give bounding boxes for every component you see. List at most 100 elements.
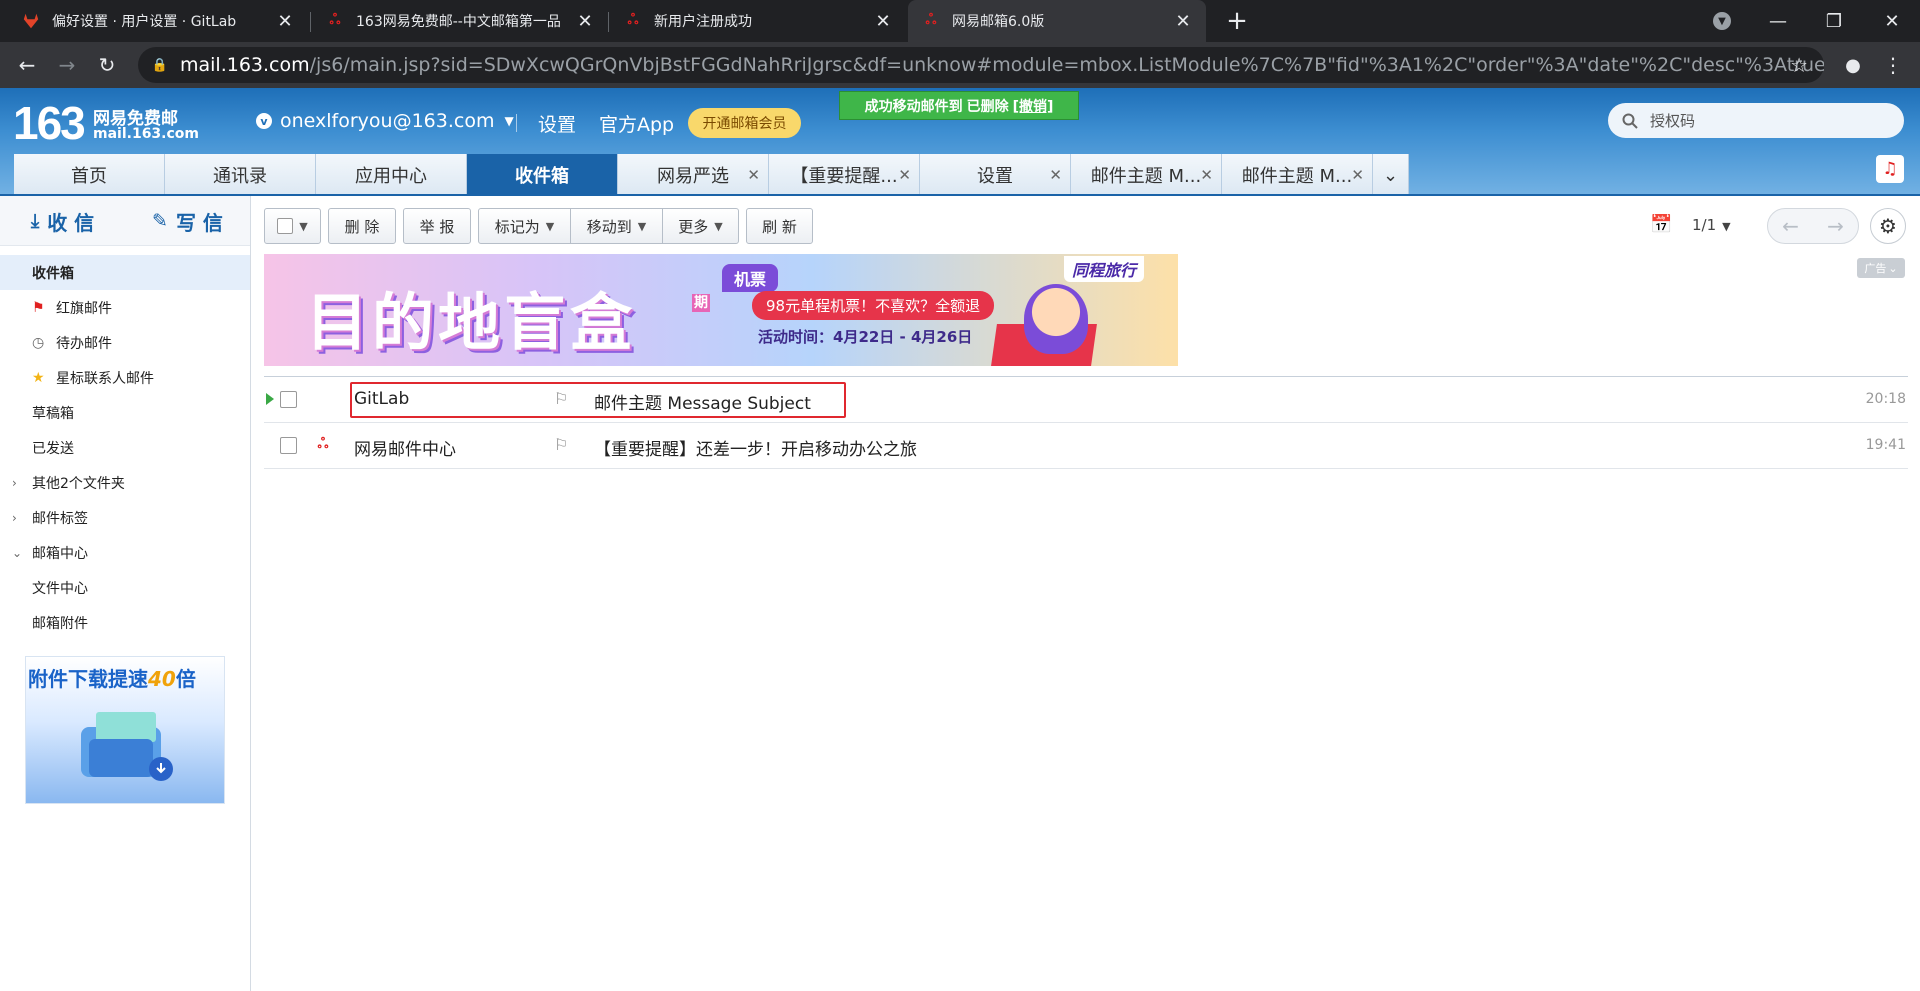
close-icon[interactable]: ✕ <box>898 166 911 184</box>
browser-tab-163-home[interactable]: ஃ 163网易免费邮--中文邮箱第一品 ✕ <box>312 0 608 42</box>
compose-button[interactable]: ✎ 写 信 <box>125 196 250 246</box>
sidebar-item-labels[interactable]: › 邮件标签 <box>0 500 250 535</box>
next-page-icon[interactable]: → <box>1813 209 1858 243</box>
vip-button[interactable]: 开通邮箱会员 <box>688 108 801 138</box>
move-to-button[interactable]: 移动到 ▼ <box>570 208 663 244</box>
url-path: /js6/main.jsp?sid=SDwXcwQGrQnVbjBstFGGdN… <box>309 54 1824 76</box>
browser-tab-register[interactable]: ஃ 新用户注册成功 ✕ <box>610 0 906 42</box>
chevron-down-icon: ▼ <box>299 219 308 233</box>
tab-inbox[interactable]: 收件箱 <box>467 154 618 196</box>
new-tab-icon[interactable]: + <box>1222 6 1252 36</box>
reload-icon[interactable]: ↻ <box>92 50 122 80</box>
tab-label: 邮件主题 M... <box>1090 166 1202 187</box>
page-indicator[interactable]: 1/1 ▼ <box>1692 216 1731 234</box>
sidebar-ad[interactable]: 附件下载提速40倍 <box>25 656 225 804</box>
star-icon: ★ <box>32 369 45 386</box>
tab-home[interactable]: 首页 <box>14 154 165 196</box>
close-icon[interactable]: ✕ <box>874 11 892 32</box>
tab-search-icon[interactable]: ▼ <box>1694 0 1750 42</box>
banner-title: 目的地盲盒 <box>306 286 637 359</box>
sidebar-item-starred[interactable]: ★ 星标联系人邮件 <box>0 360 250 395</box>
tab-message-subject-2[interactable]: 邮件主题 M... ✕ <box>1222 154 1373 196</box>
restore-icon[interactable]: ❐ <box>1806 0 1862 42</box>
close-icon[interactable]: ✕ <box>1351 166 1364 184</box>
clock-icon: ◷ <box>32 334 45 351</box>
tab-message-subject-1[interactable]: 邮件主题 M... ✕ <box>1071 154 1222 196</box>
prev-page-icon[interactable]: ← <box>1768 209 1813 243</box>
folder-label: 其他2个文件夹 <box>32 475 125 492</box>
message-time: 19:41 <box>1865 437 1906 453</box>
close-icon[interactable]: ✕ <box>576 11 594 32</box>
toast-text: 成功移动邮件到 <box>864 98 963 115</box>
sidebar-item-todo[interactable]: ◷ 待办邮件 <box>0 325 250 360</box>
chevron-down-icon: ⌄ <box>1888 261 1898 275</box>
ad-banner[interactable]: 目的地盲盒 期 机票 98元单程机票！不喜欢？全额退 活动时间：4月22日 - … <box>264 254 1178 366</box>
mascot-illustration <box>1024 284 1088 354</box>
settings-link[interactable]: 设置 <box>538 110 576 137</box>
tab-label: 首页 <box>71 166 107 187</box>
refresh-button[interactable]: 刷 新 <box>746 208 813 244</box>
browser-tab-gitlab[interactable]: 偏好设置 · 用户设置 · GitLab ✕ <box>8 0 308 42</box>
sidebar-item-attachments[interactable]: 邮箱附件 <box>0 605 250 640</box>
search-box[interactable]: 授权码 <box>1608 103 1904 138</box>
message-row[interactable]: GitLab ⚐ 邮件主题 Message Subject 20:18 <box>264 377 1908 423</box>
sidebar-actions: ⤓ 收 信 ✎ 写 信 <box>0 196 250 246</box>
row-checkbox[interactable] <box>280 391 297 408</box>
close-window-icon[interactable]: ✕ <box>1864 0 1920 42</box>
netease-icon: ஃ <box>329 12 341 28</box>
close-icon[interactable]: ✕ <box>1049 166 1062 184</box>
close-icon[interactable]: ✕ <box>276 11 294 32</box>
tab-label: 网易严选 <box>657 166 729 187</box>
undo-link[interactable]: [撤销] <box>1013 96 1054 116</box>
minimize-icon[interactable]: — <box>1750 0 1806 42</box>
ad-text: 附件下载提速 <box>28 667 148 691</box>
toast-folder: 已删除 <box>966 98 1009 115</box>
ad-label[interactable]: 广告 ⌄ <box>1857 258 1905 278</box>
tab-settings[interactable]: 设置 ✕ <box>920 154 1071 196</box>
sidebar-item-red-flag[interactable]: ⚑ 红旗邮件 <box>0 290 250 325</box>
folder-label: 草稿箱 <box>32 405 74 422</box>
row-checkbox[interactable] <box>280 437 297 454</box>
gear-icon[interactable]: ⚙ <box>1870 208 1906 244</box>
back-icon[interactable]: ← <box>12 50 42 80</box>
mark-as-button[interactable]: 标记为 ▼ <box>478 208 571 244</box>
official-app-link[interactable]: 官方App <box>599 110 674 137</box>
profile-icon[interactable]: ● <box>1838 50 1868 80</box>
receive-button[interactable]: ⤓ 收 信 <box>0 196 125 246</box>
folder-label: 收件箱 <box>32 265 74 282</box>
sidebar-item-file-center[interactable]: 文件中心 <box>0 570 250 605</box>
sidebar-item-other-folders[interactable]: › 其他2个文件夹 <box>0 465 250 500</box>
address-bar[interactable]: 🔒 mail.163.com /js6/main.jsp?sid=SDwXcwQ… <box>138 47 1824 83</box>
menu-icon[interactable]: ⋮ <box>1878 50 1908 80</box>
tab-contacts[interactable]: 通讯录 <box>165 154 316 196</box>
close-icon[interactable]: ✕ <box>747 166 760 184</box>
sidebar-item-drafts[interactable]: 草稿箱 <box>0 395 250 430</box>
more-tabs-chevron-icon[interactable]: ⌄ <box>1373 154 1409 196</box>
sidebar-item-sent[interactable]: 已发送 <box>0 430 250 465</box>
report-button[interactable]: 举 报 <box>403 208 471 244</box>
calendar-icon[interactable]: 📅 <box>1650 214 1672 235</box>
forward-icon[interactable]: → <box>52 50 82 80</box>
tab-app-center[interactable]: 应用中心 <box>316 154 467 196</box>
sidebar-item-mail-center[interactable]: ⌄ 邮箱中心 <box>0 535 250 570</box>
flag-icon[interactable]: ⚐ <box>554 435 568 454</box>
message-row[interactable]: ஃ 网易邮件中心 ⚐ 【重要提醒】还差一步！开启移动办公之旅 19:41 <box>264 423 1908 469</box>
delete-button[interactable]: 删 除 <box>328 208 396 244</box>
mailbox-illustration <box>81 712 173 781</box>
chevron-down-icon: ⌄ <box>12 545 23 560</box>
browser-tab-mail6[interactable]: ஃ 网易邮箱6.0版 ✕ <box>908 0 1206 42</box>
tab-important-reminder[interactable]: 【重要提醒... ✕ <box>769 154 920 196</box>
close-icon[interactable]: ✕ <box>1200 166 1213 184</box>
close-icon[interactable]: ✕ <box>1174 11 1192 32</box>
bookmark-star-icon[interactable]: ☆ <box>1790 53 1808 77</box>
netease-icon: ஃ <box>925 12 937 28</box>
account-menu[interactable]: v onexlforyou@163.com ▼ <box>256 110 514 132</box>
tab-label: 【重要提醒... <box>790 166 898 187</box>
music-icon[interactable]: ♫ <box>1876 155 1904 183</box>
search-input[interactable]: 授权码 <box>1650 110 1695 131</box>
select-all-checkbox[interactable]: ▼ <box>264 208 321 244</box>
more-button[interactable]: 更多 ▼ <box>662 208 739 244</box>
tab-yanxuan[interactable]: 网易严选 ✕ <box>618 154 769 196</box>
sidebar-item-inbox[interactable]: 收件箱 <box>0 255 250 290</box>
chevron-right-icon: › <box>12 475 17 490</box>
